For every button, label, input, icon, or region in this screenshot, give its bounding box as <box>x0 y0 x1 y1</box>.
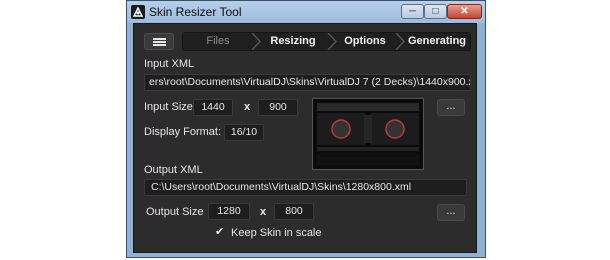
output-size-x-label: x <box>260 206 267 218</box>
input-browse-button[interactable]: ... <box>437 99 465 116</box>
close-icon: ✕ <box>460 6 469 17</box>
input-width-field[interactable]: 1440 <box>193 99 233 116</box>
vdj-app-icon <box>131 5 145 19</box>
step-generating[interactable]: Generating <box>403 33 470 50</box>
keep-scale-checkbox[interactable]: ✔ <box>215 227 226 238</box>
display-format-field[interactable]: 16/10 <box>224 124 264 141</box>
output-xml-label: Output XML <box>144 164 203 176</box>
step-resizing[interactable]: Resizing <box>259 33 327 50</box>
step-options[interactable]: Options <box>335 33 395 50</box>
input-height-field[interactable]: 900 <box>258 99 298 116</box>
input-xml-label: Input XML <box>144 58 195 70</box>
maximize-icon: □ <box>432 6 439 17</box>
minimize-button[interactable]: ─ <box>401 4 424 19</box>
input-size-x-label: x <box>244 101 251 113</box>
display-format-label: Display Format: <box>144 126 222 138</box>
minimize-icon: ─ <box>408 6 417 17</box>
wizard-steps: Files Resizing Options Generating <box>182 32 471 51</box>
keep-scale-label[interactable]: Keep Skin in scale <box>231 227 322 239</box>
skin-resizer-window: Skin Resizer Tool ─ □ ✕ Files Resizing O… <box>126 0 486 258</box>
input-xml-path-field[interactable]: ers\root\Documents\VirtualDJ\Skins\Virtu… <box>144 74 471 91</box>
client-area: Files Resizing Options Generating Input … <box>133 23 477 253</box>
output-xml-path-field[interactable]: C:\Users\root\Documents\VirtualDJ\Skins\… <box>144 179 467 196</box>
input-size-label: Input Size <box>144 101 193 113</box>
close-button[interactable]: ✕ <box>447 4 482 19</box>
window-title: Skin Resizer Tool <box>149 5 242 19</box>
output-browse-button[interactable]: ... <box>437 204 465 221</box>
maximize-button[interactable]: □ <box>424 4 447 19</box>
output-height-field[interactable]: 800 <box>274 203 314 220</box>
skin-preview-thumbnail <box>312 98 424 170</box>
output-width-field[interactable]: 1280 <box>208 203 250 220</box>
title-bar[interactable]: Skin Resizer Tool ─ □ ✕ <box>127 1 485 23</box>
step-files[interactable]: Files <box>183 33 253 50</box>
output-size-label: Output Size <box>146 206 204 218</box>
hamburger-menu-icon[interactable] <box>144 33 174 50</box>
